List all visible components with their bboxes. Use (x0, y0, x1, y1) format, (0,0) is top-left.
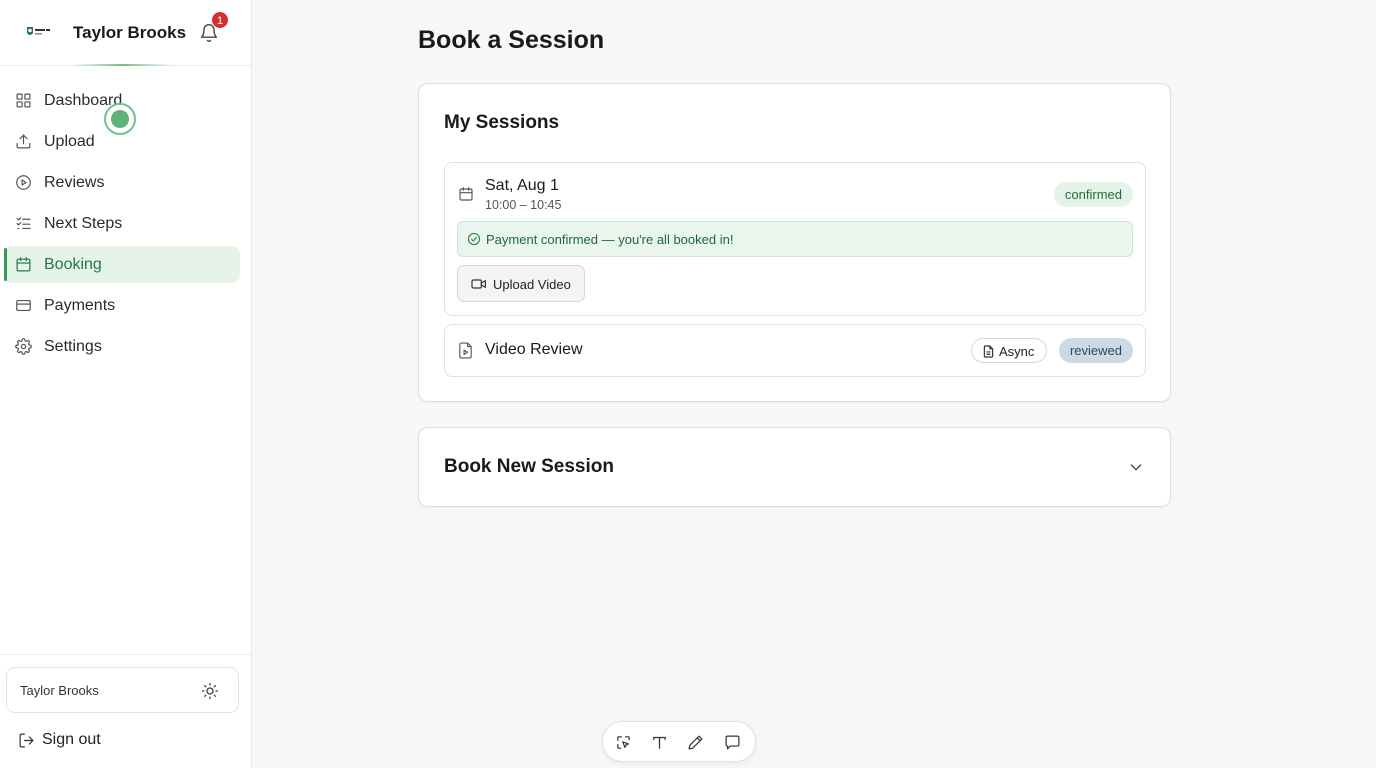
comment-icon[interactable] (724, 734, 741, 751)
sidebar-item-settings[interactable]: Settings (4, 328, 240, 365)
pencil-icon[interactable] (687, 734, 704, 751)
page-title: Book a Session (418, 26, 605, 54)
sidebar-item-payments[interactable]: Payments (4, 287, 240, 324)
sidebar-header: Taylor Brooks 1 (0, 0, 251, 66)
payment-confirmation-text: Payment confirmed — you're all booked in… (486, 232, 734, 247)
cursor-indicator (104, 103, 136, 135)
header-accent-line (72, 64, 172, 66)
sidebar-item-booking[interactable]: Booking (4, 246, 240, 283)
video-file-icon (459, 342, 472, 359)
sidebar-item-label: Booking (44, 256, 102, 273)
calendar-icon (16, 257, 31, 272)
notification-badge: 1 (211, 11, 229, 29)
annotation-toolbar (602, 721, 756, 762)
my-sessions-title: My Sessions (444, 112, 560, 133)
sun-icon[interactable] (201, 682, 219, 700)
chevron-down-icon[interactable] (1128, 459, 1144, 475)
user-card[interactable]: Taylor Brooks (6, 667, 239, 713)
sidebar-item-next-steps[interactable]: Next Steps (4, 205, 240, 242)
sidebar-item-label: Upload (44, 133, 95, 150)
sidebar-item-reviews[interactable]: Reviews (4, 164, 240, 201)
status-badge: reviewed (1058, 338, 1133, 363)
checklist-icon (16, 217, 31, 230)
text-icon[interactable] (651, 734, 668, 751)
gear-icon (15, 338, 32, 355)
grid-icon (16, 93, 31, 108)
sidebar-item-label: Payments (44, 297, 116, 314)
status-badge: confirmed (1053, 182, 1133, 207)
sign-out-label: Sign out (42, 731, 101, 748)
session-title: Video Review (485, 341, 583, 358)
video-camera-icon (471, 279, 486, 289)
check-circle-icon (467, 232, 481, 246)
async-label: Async (999, 344, 1035, 359)
session-date: Sat, Aug 1 (485, 177, 559, 194)
session-time: 10:00 – 10:45 (485, 198, 562, 212)
document-icon (983, 345, 994, 358)
upload-video-button[interactable]: Upload Video (457, 265, 585, 302)
upload-video-label: Upload Video (493, 277, 571, 292)
session-item[interactable]: Video Review Async reviewed (444, 324, 1146, 377)
sidebar-item-label: Reviews (44, 174, 105, 191)
sign-out-button[interactable]: Sign out (12, 726, 240, 754)
async-badge: Async (971, 338, 1047, 363)
my-sessions-card: My Sessions Sat, Aug 1 10:00 – 10:45 con… (418, 83, 1171, 402)
select-icon[interactable] (615, 734, 632, 751)
sidebar-item-label: Next Steps (44, 215, 123, 232)
book-new-session-card[interactable]: Book New Session (418, 427, 1171, 507)
footer-user-name: Taylor Brooks (20, 683, 99, 698)
sidebar-divider (0, 654, 251, 655)
sidebar-item-label: Settings (44, 338, 102, 355)
logo-icon (27, 27, 50, 35)
sidebar-user-name: Taylor Brooks (73, 23, 187, 42)
sidebar: Taylor Brooks 1 Dashboard Upload Reviews… (0, 0, 252, 768)
credit-card-icon (16, 299, 31, 312)
log-out-icon (19, 733, 34, 748)
upload-icon (16, 134, 31, 149)
session-item: Sat, Aug 1 10:00 – 10:45 confirmed Payme… (444, 162, 1146, 316)
calendar-icon (459, 187, 473, 201)
book-new-session-title: Book New Session (444, 456, 614, 477)
play-circle-icon (16, 175, 31, 190)
payment-confirmation-banner: Payment confirmed — you're all booked in… (457, 221, 1133, 257)
